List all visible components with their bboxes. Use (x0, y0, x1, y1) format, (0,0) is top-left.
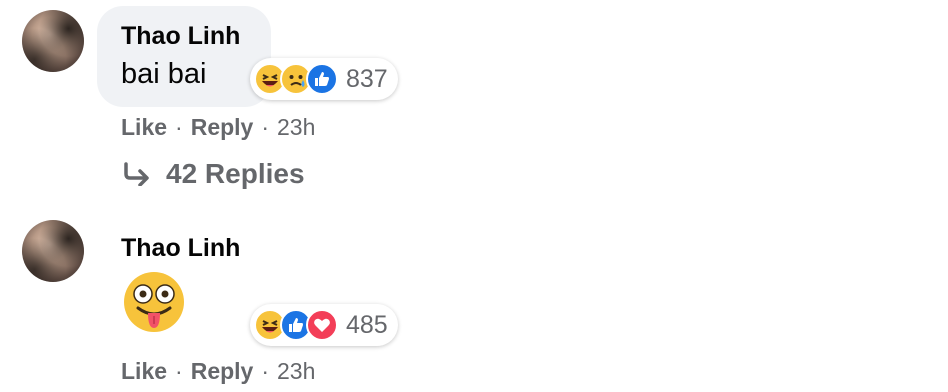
avatar-photo (22, 10, 84, 72)
love-icon (306, 309, 338, 341)
timestamp[interactable]: 23h (277, 114, 315, 141)
like-button[interactable]: Like (121, 358, 167, 385)
reply-button[interactable]: Reply (191, 114, 254, 141)
replies-count[interactable]: 42 Replies (166, 158, 305, 190)
timestamp[interactable]: 23h (277, 358, 315, 385)
zany-face-icon (124, 272, 184, 332)
avatar[interactable] (22, 10, 84, 72)
separator-dot: · (175, 358, 183, 384)
reaction-summary[interactable]: 837 (250, 58, 398, 100)
avatar[interactable] (22, 220, 84, 282)
comment-text: bai bai (121, 58, 207, 90)
avatar-photo (22, 220, 84, 282)
reply-button[interactable]: Reply (191, 358, 254, 385)
like-icon (306, 63, 338, 95)
reaction-count[interactable]: 837 (346, 65, 388, 94)
like-button[interactable]: Like (121, 114, 167, 141)
reaction-count[interactable]: 485 (346, 311, 388, 340)
separator-dot: · (261, 358, 270, 384)
reply-arrow-icon (124, 162, 149, 186)
comment-actions: Like · Reply · 23h (121, 358, 315, 385)
comment-actions: Like · Reply · 23h (121, 114, 315, 141)
separator-dot: · (261, 114, 270, 140)
view-replies-button[interactable]: 42 Replies (122, 158, 305, 190)
reaction-summary[interactable]: 485 (250, 304, 398, 346)
separator-dot: · (175, 114, 183, 140)
comment-author[interactable]: Thao Linh (121, 22, 240, 51)
comment-author[interactable]: Thao Linh (121, 234, 240, 263)
